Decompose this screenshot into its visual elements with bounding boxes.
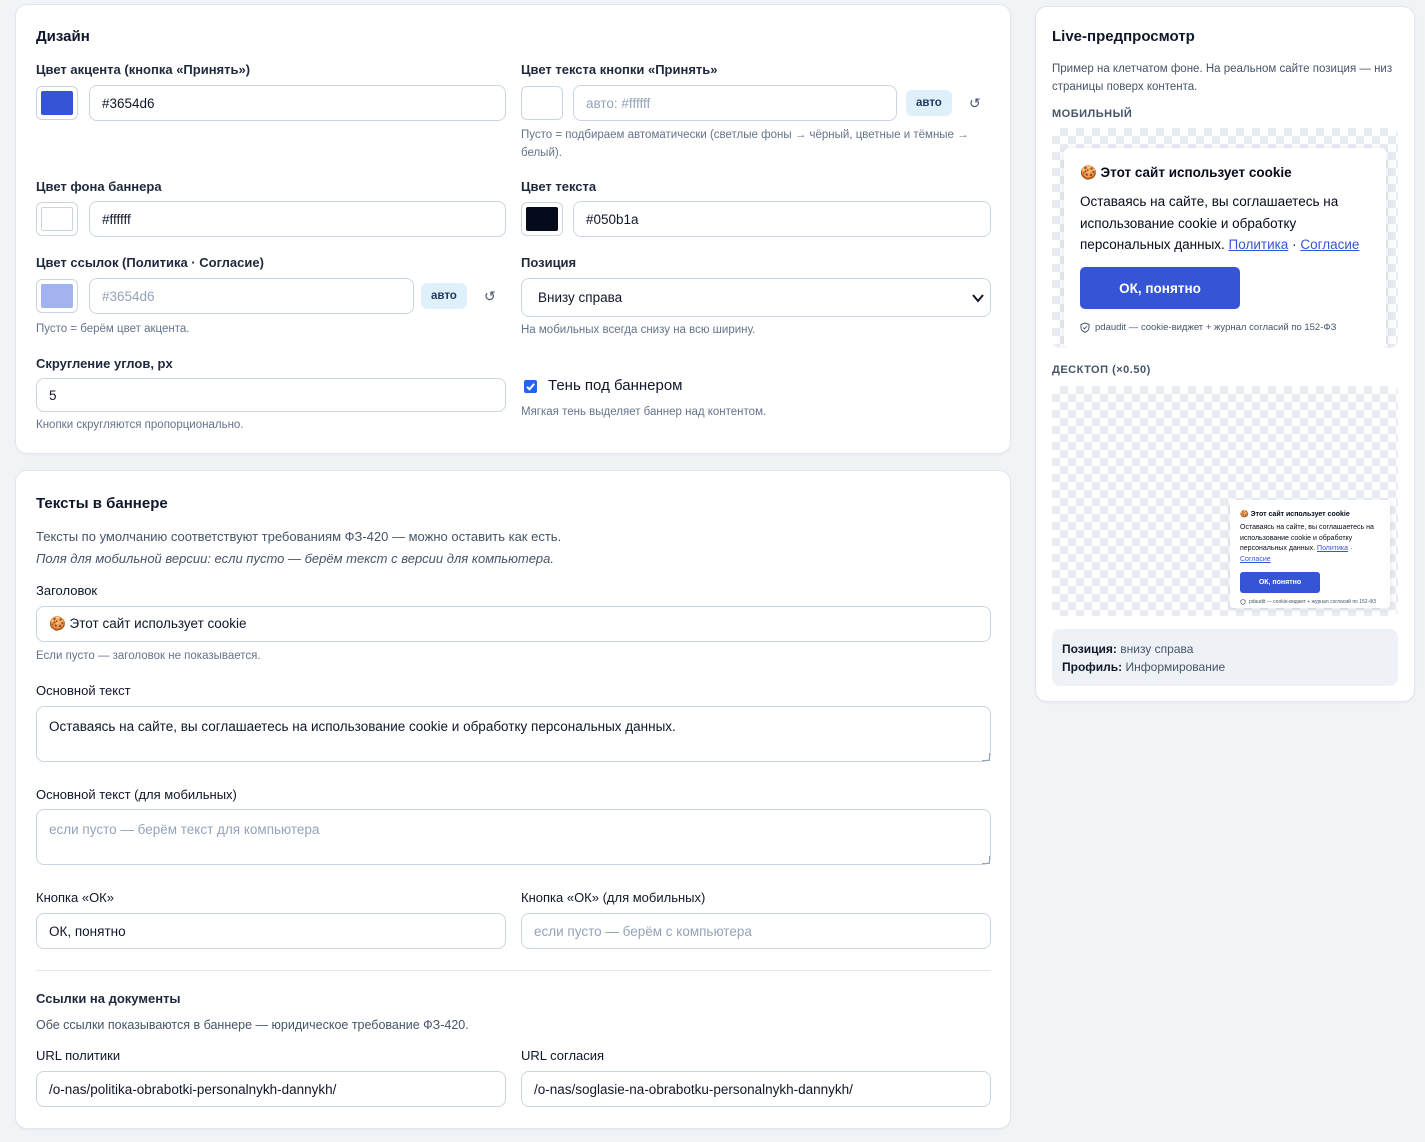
shield-icon	[1080, 322, 1090, 333]
mobile-ok-label: ОК, понятно	[1119, 280, 1201, 296]
preview-info: Позиция: внизу справа Профиль: Информиро…	[1052, 629, 1398, 686]
desktop-ok-label: ОК, понятно	[1258, 579, 1302, 586]
position-select[interactable]: Внизу справа	[521, 278, 991, 317]
check-icon	[526, 383, 535, 391]
desktop-ok-button[interactable]: ОК, понятно	[1240, 572, 1320, 593]
links-color-swatch[interactable]	[36, 279, 78, 313]
mobile-link-sep: ·	[1292, 237, 1297, 252]
texts-intro: Тексты по умолчанию соответствуют требов…	[36, 529, 562, 544]
preview-title: Live-предпросмотр	[1052, 28, 1195, 45]
desktop-banner-body: Оставаясь на сайте, вы соглашаетесь на и…	[1240, 523, 1380, 565]
body-textarea[interactable]: Оставаясь на сайте, вы соглашаетесь на и…	[36, 706, 991, 762]
accent-color-swatch[interactable]	[36, 86, 78, 120]
ok-mobile-label: Кнопка «ОК» (для мобильных)	[521, 890, 706, 905]
body-mobile-textarea[interactable]: если пусто — берём текст для компьютера	[36, 809, 991, 865]
design-title: Дизайн	[36, 28, 90, 45]
links-color-label: Цвет ссылок (Политика · Согласие)	[36, 255, 264, 270]
desktop-footer: pdaudit — cookie-виджет + журнал согласи…	[1240, 599, 1376, 605]
desktop-policy-link[interactable]: Политика	[1317, 545, 1348, 552]
desktop-link-sep: ·	[1349, 545, 1353, 552]
info-position-value: внизу справа	[1120, 642, 1194, 656]
bg-color-label: Цвет фона баннера	[36, 179, 162, 194]
links-reset-icon[interactable]: ↺	[484, 288, 496, 305]
heading-hint: Если пусто — заголовок не показывается.	[36, 650, 261, 662]
mobile-banner-body: Оставаясь на сайте, вы соглашаетесь на и…	[1080, 191, 1376, 256]
btn-text-color-swatch[interactable]	[521, 86, 563, 120]
mobile-footer-text: pdaudit — cookie-виджет + журнал согласи…	[1095, 322, 1337, 333]
mobile-preview: 🍪 Этот сайт использует cookie Оставаясь …	[1052, 128, 1398, 348]
preview-subtitle: Пример на клетчатом фоне. На реальном са…	[1052, 63, 1393, 93]
bg-color-swatch[interactable]	[36, 202, 78, 236]
bg-color-input[interactable]: #ffffff	[89, 201, 506, 237]
mobile-ok-button[interactable]: ОК, понятно	[1080, 267, 1240, 309]
position-label: Позиция	[521, 255, 577, 270]
info-profile-label: Профиль:	[1062, 660, 1123, 674]
resize-grip[interactable]	[982, 753, 990, 761]
mobile-policy-link[interactable]: Политика	[1229, 237, 1289, 252]
info-profile-value: Информирование	[1125, 660, 1226, 674]
preview-card: Live-предпросмотр Пример на клетчатом фо…	[1035, 6, 1415, 702]
mobile-footer: pdaudit — cookie-виджет + журнал согласи…	[1080, 322, 1336, 333]
text-color-swatch[interactable]	[521, 202, 563, 236]
policy-url-label: URL политики	[36, 1048, 121, 1063]
docs-hint: Обе ссылки показываются в баннере — юрид…	[36, 1018, 469, 1032]
radius-label: Скругление углов, px	[36, 356, 173, 371]
consent-url-label: URL согласия	[521, 1048, 605, 1063]
text-color-input[interactable]: #050b1a	[573, 201, 991, 237]
position-hint: На мобильных всегда снизу на всю ширину.	[521, 324, 756, 336]
position-select-value: Внизу справа	[538, 290, 623, 305]
accent-label: Цвет акцента (кнопка «Принять»)	[36, 62, 251, 77]
desktop-footer-text: pdaudit — cookie-виджет + журнал согласи…	[1249, 599, 1377, 605]
info-position-label: Позиция:	[1062, 642, 1117, 656]
desktop-banner: 🍪 Этот сайт использует cookie Оставаясь …	[1230, 500, 1390, 608]
desktop-preview: 🍪 Этот сайт использует cookie Оставаясь …	[1052, 386, 1398, 616]
mobile-consent-link[interactable]: Согласие	[1300, 237, 1359, 252]
btn-text-reset-icon[interactable]: ↺	[969, 95, 981, 112]
shadow-label: Тень под баннером	[548, 377, 683, 394]
shadow-checkbox[interactable]	[524, 380, 537, 393]
policy-url-input[interactable]: /o-nas/politika-obrabotki-personalnykh-d…	[36, 1071, 506, 1107]
texts-intro-italic: Поля для мобильной версии: если пусто — …	[36, 551, 555, 566]
texts-title: Тексты в баннере	[36, 495, 168, 512]
consent-url-input[interactable]: /o-nas/soglasie-na-obrabotku-personalnyk…	[521, 1071, 991, 1107]
mobile-label: МОБИЛЬНЫЙ	[1052, 108, 1133, 120]
btn-text-color-label: Цвет текста кнопки «Принять»	[521, 62, 718, 77]
ok-input[interactable]: ОК, понятно	[36, 913, 506, 949]
shadow-hint: Мягкая тень выделяет баннер над контенто…	[521, 406, 767, 418]
accent-input[interactable]: #3654d6	[89, 85, 506, 121]
docs-title: Ссылки на документы	[36, 991, 181, 1006]
links-color-input[interactable]: #3654d6	[89, 278, 414, 314]
resize-grip[interactable]	[982, 856, 990, 864]
mobile-banner: 🍪 Этот сайт использует cookie Оставаясь …	[1064, 148, 1386, 348]
desktop-label: ДЕСКТОП (×0.50)	[1052, 364, 1151, 376]
text-color-label: Цвет текста	[521, 179, 597, 194]
links-auto-button[interactable]: авто	[421, 283, 467, 309]
desktop-consent-link[interactable]: Согласие	[1240, 556, 1271, 563]
body-mobile-label: Основной текст (для мобильных)	[36, 787, 237, 802]
btn-text-color-input[interactable]: авто: #ffffff	[573, 85, 897, 121]
ok-label: Кнопка «ОК»	[36, 890, 114, 905]
links-hint: Пусто = берём цвет акцента.	[36, 323, 190, 335]
radius-input[interactable]: 5	[36, 378, 506, 412]
mobile-banner-title: 🍪 Этот сайт использует cookie	[1080, 165, 1292, 180]
chevron-down-icon	[972, 294, 984, 303]
desktop-banner-text: Оставаясь на сайте, вы соглашаетесь на и…	[1240, 524, 1374, 552]
radius-hint: Кнопки скругляются пропорционально.	[36, 419, 244, 431]
btn-text-hint: Пусто = подбираем автоматически (светлые…	[521, 129, 969, 159]
design-card: Дизайн Цвет акцента (кнопка «Принять») #…	[15, 4, 1011, 454]
desktop-banner-title: 🍪 Этот сайт использует cookie	[1240, 511, 1350, 518]
ok-mobile-input[interactable]: если пусто — берём с компьютера	[521, 913, 991, 949]
heading-label: Заголовок	[36, 583, 98, 598]
divider	[36, 970, 991, 971]
texts-card: Тексты в баннере Тексты по умолчанию соо…	[15, 470, 1011, 1129]
shield-icon	[1240, 599, 1246, 605]
heading-input[interactable]: 🍪 Этот сайт использует cookie	[36, 606, 991, 642]
body-label: Основной текст	[36, 683, 131, 698]
btn-text-auto-button[interactable]: авто	[906, 90, 952, 116]
